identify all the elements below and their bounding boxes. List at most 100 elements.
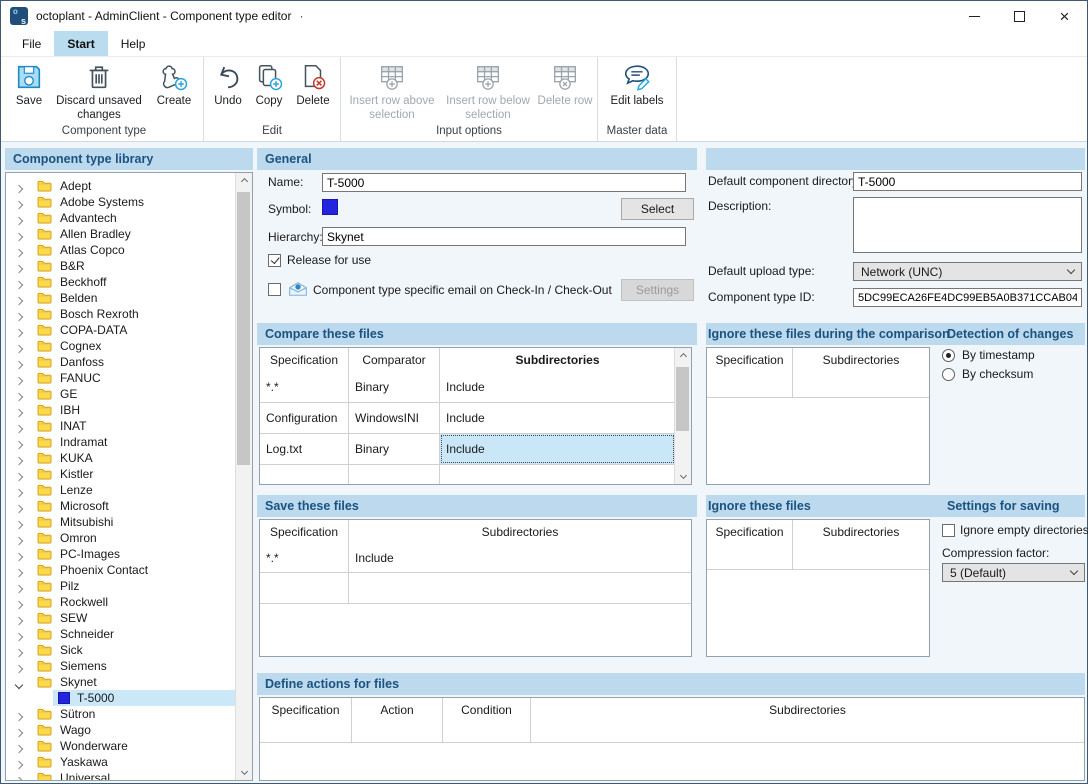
- tree-item-omron[interactable]: Omron: [6, 530, 252, 546]
- tree-item-pc-images[interactable]: PC-Images: [6, 546, 252, 562]
- chevron-right-icon[interactable]: [16, 645, 26, 655]
- column-header-specification[interactable]: Specification: [260, 520, 349, 544]
- tree-item-sick[interactable]: Sick: [6, 642, 252, 658]
- tree-item-cognex[interactable]: Cognex: [6, 338, 252, 354]
- insert-row-below-button[interactable]: Insert row below selection: [440, 57, 536, 125]
- save-button[interactable]: Save: [8, 57, 50, 125]
- cell-comparator[interactable]: Binary: [349, 434, 440, 464]
- tree-item-belden[interactable]: Belden: [6, 290, 252, 306]
- hierarchy-input[interactable]: [322, 227, 686, 246]
- tree-item-allen-bradley[interactable]: Allen Bradley: [6, 226, 252, 242]
- tree-item-universal[interactable]: Universal: [6, 770, 252, 781]
- compression-factor-dropdown[interactable]: 5 (Default): [942, 563, 1085, 582]
- tree-item-skynet[interactable]: Skynet: [6, 674, 252, 690]
- tree-item-indramat[interactable]: Indramat: [6, 434, 252, 450]
- radio-by-checksum[interactable]: [942, 368, 955, 381]
- tree-item-microsoft[interactable]: Microsoft: [6, 498, 252, 514]
- select-button[interactable]: Select: [621, 198, 694, 220]
- chevron-right-icon[interactable]: [16, 581, 26, 591]
- copy-button[interactable]: Copy: [249, 57, 289, 125]
- column-header-specification[interactable]: Specification: [707, 520, 793, 544]
- tree-item-beckhoff[interactable]: Beckhoff: [6, 274, 252, 290]
- delete-button[interactable]: Delete: [289, 57, 337, 125]
- cell-subdirectories[interactable]: Include: [349, 544, 691, 572]
- chevron-right-icon[interactable]: [16, 229, 26, 239]
- tree-item-b-r[interactable]: B&R: [6, 258, 252, 274]
- tree-item-bosch-rexroth[interactable]: Bosch Rexroth: [6, 306, 252, 322]
- scroll-down-button[interactable]: [675, 467, 691, 484]
- upload-type-dropdown[interactable]: Network (UNC): [853, 262, 1082, 281]
- chevron-right-icon[interactable]: [16, 197, 26, 207]
- chevron-right-icon[interactable]: [16, 533, 26, 543]
- tab-file[interactable]: File: [9, 31, 54, 56]
- ignore-comparison-table[interactable]: SpecificationSubdirectories: [706, 347, 930, 485]
- chevron-right-icon[interactable]: [16, 629, 26, 639]
- chevron-right-icon[interactable]: [16, 517, 26, 527]
- tree-item-mitsubishi[interactable]: Mitsubishi: [6, 514, 252, 530]
- column-header-specification[interactable]: Specification: [260, 348, 349, 372]
- chevron-right-icon[interactable]: [16, 357, 26, 367]
- chevron-right-icon[interactable]: [16, 453, 26, 463]
- ignore-empty-directories-checkbox[interactable]: [942, 524, 955, 537]
- delete-row-button[interactable]: Delete row: [536, 57, 594, 125]
- tree-item-s-tron[interactable]: Sütron: [6, 706, 252, 722]
- cell-comparator[interactable]: WindowsINI: [349, 403, 440, 433]
- save-files-table[interactable]: SpecificationSubdirectories*.*Include: [259, 519, 692, 657]
- settings-button[interactable]: Settings: [621, 279, 694, 301]
- cell-comparator[interactable]: Binary: [349, 372, 440, 402]
- chevron-right-icon[interactable]: [16, 325, 26, 335]
- name-input[interactable]: [322, 173, 686, 192]
- chevron-right-icon[interactable]: [16, 293, 26, 303]
- tree-item-copa-data[interactable]: COPA-DATA: [6, 322, 252, 338]
- cell-specification[interactable]: Log.txt: [260, 434, 349, 464]
- cell-subdirectories[interactable]: Include: [440, 403, 675, 433]
- tree-item-pilz[interactable]: Pilz: [6, 578, 252, 594]
- cell-specification[interactable]: *.*: [260, 544, 349, 572]
- cell-specification[interactable]: *.*: [260, 372, 349, 402]
- tree-item-siemens[interactable]: Siemens: [6, 658, 252, 674]
- discard-button[interactable]: Discard unsaved changes: [50, 57, 148, 125]
- chevron-right-icon[interactable]: [16, 597, 26, 607]
- chevron-right-icon[interactable]: [16, 245, 26, 255]
- chevron-right-icon[interactable]: [16, 373, 26, 383]
- undo-button[interactable]: Undo: [207, 57, 249, 125]
- tree-item-wonderware[interactable]: Wonderware: [6, 738, 252, 754]
- compare-files-table[interactable]: SpecificationComparatorSubdirectories*.*…: [259, 347, 692, 485]
- tree-item-advantech[interactable]: Advantech: [6, 210, 252, 226]
- column-header-subdirectories[interactable]: Subdirectories: [793, 348, 929, 372]
- column-header-condition[interactable]: Condition: [443, 698, 531, 722]
- minimize-button[interactable]: [952, 1, 997, 31]
- chevron-right-icon[interactable]: [16, 469, 26, 479]
- chevron-right-icon[interactable]: [16, 309, 26, 319]
- tree-item-t-5000[interactable]: T-5000: [6, 690, 252, 706]
- description-textarea[interactable]: [853, 197, 1082, 253]
- cell-subdirectories[interactable]: Include: [440, 372, 675, 402]
- chevron-right-icon[interactable]: [16, 389, 26, 399]
- tab-help[interactable]: Help: [108, 31, 159, 56]
- tree-item-phoenix-contact[interactable]: Phoenix Contact: [6, 562, 252, 578]
- chevron-right-icon[interactable]: [16, 405, 26, 415]
- tree-item-schneider[interactable]: Schneider: [6, 626, 252, 642]
- chevron-right-icon[interactable]: [16, 261, 26, 271]
- tree-item-adept[interactable]: Adept: [6, 178, 252, 194]
- scroll-up-button[interactable]: [675, 348, 691, 365]
- default-directory-input[interactable]: [853, 172, 1082, 191]
- chevron-right-icon[interactable]: [16, 341, 26, 351]
- chevron-right-icon[interactable]: [16, 181, 26, 191]
- tree-item-atlas-copco[interactable]: Atlas Copco: [6, 242, 252, 258]
- column-header-subdirectories[interactable]: Subdirectories: [349, 520, 691, 544]
- chevron-right-icon[interactable]: [16, 773, 26, 781]
- chevron-right-icon[interactable]: [16, 213, 26, 223]
- chevron-right-icon[interactable]: [16, 421, 26, 431]
- chevron-right-icon[interactable]: [16, 709, 26, 719]
- chevron-down-icon[interactable]: [16, 677, 26, 687]
- compare-scroll-thumb[interactable]: [676, 367, 689, 431]
- tree-item-adobe-systems[interactable]: Adobe Systems: [6, 194, 252, 210]
- column-header-subdirectories[interactable]: Subdirectories: [793, 520, 929, 544]
- tree-item-inat[interactable]: INAT: [6, 418, 252, 434]
- chevron-right-icon[interactable]: [16, 565, 26, 575]
- ignore-files-table[interactable]: SpecificationSubdirectories: [706, 519, 930, 657]
- close-button[interactable]: ×: [1042, 1, 1087, 31]
- tree-item-kuka[interactable]: KUKA: [6, 450, 252, 466]
- chevron-right-icon[interactable]: [16, 725, 26, 735]
